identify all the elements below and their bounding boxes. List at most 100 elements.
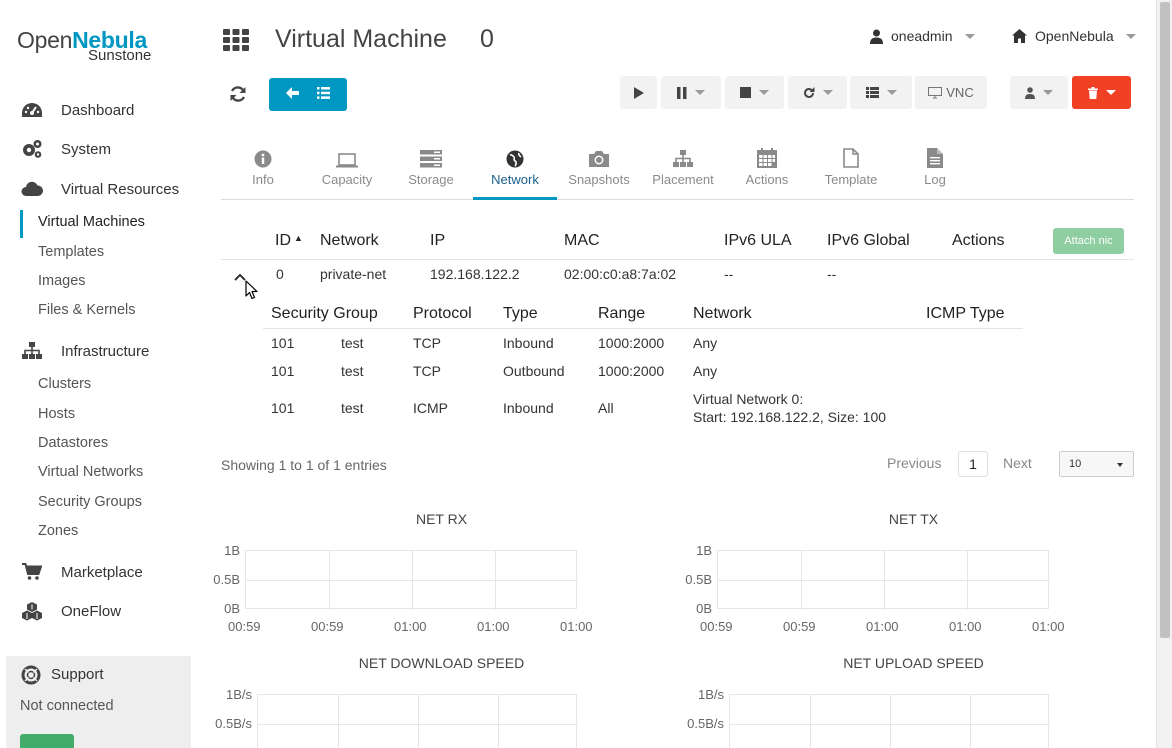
zone-menu[interactable]: OpenNebula [1012, 28, 1136, 44]
sg-row-type: Inbound [503, 335, 554, 351]
y-tick-label: 1B [224, 543, 240, 558]
tab-actions[interactable]: Actions [725, 140, 809, 200]
opennebula-logo[interactable]: OpenNebula Sunstone [17, 27, 151, 64]
sidebar-item-infrastructure[interactable]: Infrastructure [20, 341, 149, 361]
life-ring-icon [21, 665, 41, 690]
scrollbar-thumb[interactable] [1160, 2, 1170, 638]
page-title: Virtual Machine [275, 25, 447, 53]
pager-page-1[interactable]: 1 [958, 451, 988, 477]
owner-button[interactable] [1010, 76, 1068, 109]
support-title[interactable]: Support [51, 666, 104, 683]
stop-button[interactable] [725, 76, 784, 109]
tab-label: Actions [745, 172, 789, 187]
sidebar-item-virtual-machines[interactable]: Virtual Machines [38, 214, 145, 230]
list-icon[interactable] [317, 87, 330, 102]
cubes-icon [20, 601, 44, 621]
user-icon [870, 29, 883, 44]
tab-log[interactable]: Log [893, 140, 977, 200]
user-menu[interactable]: oneadmin [870, 28, 975, 44]
username: oneadmin [891, 28, 953, 44]
repeat-icon [803, 86, 814, 98]
delete-button[interactable] [1072, 76, 1131, 109]
y-tick-label: 1B/s [697, 687, 724, 702]
globe-icon [473, 140, 557, 168]
sidebar-item-clusters[interactable]: Clusters [38, 376, 91, 392]
tab-snapshots[interactable]: Snapshots [557, 140, 641, 200]
sidebar-item-marketplace[interactable]: Marketplace [20, 562, 143, 582]
attach-nic-button[interactable]: Attach nic [1053, 228, 1124, 254]
sidebar-item-oneflow[interactable]: OneFlow [20, 601, 121, 621]
camera-icon [557, 140, 641, 168]
vertical-scrollbar[interactable] [1156, 0, 1172, 748]
nic-network: private-net [320, 266, 387, 282]
sidebar-item-zones[interactable]: Zones [38, 523, 78, 539]
sidebar: OpenNebula Sunstone Dashboard System Vir… [0, 0, 200, 748]
nic-ipv6-ula: -- [724, 266, 734, 282]
tab-info[interactable]: Info [221, 140, 305, 200]
sidebar-item-virtual-networks[interactable]: Virtual Networks [38, 464, 143, 480]
chart-plot-area [717, 550, 1050, 610]
sidebar-item-security-groups[interactable]: Security Groups [38, 494, 142, 510]
page-size-select[interactable]: 10 [1059, 451, 1134, 477]
apps-grid-icon[interactable] [223, 29, 249, 56]
more-actions-button[interactable] [850, 76, 912, 109]
nic-mac: 02:00:c0:a8:7a:02 [564, 266, 677, 282]
nic-ip: 192.168.122.2 [430, 266, 520, 282]
pager-next[interactable]: Next [1003, 455, 1032, 471]
sidebar-item-system[interactable]: System [20, 139, 111, 159]
tab-network[interactable]: Network [473, 140, 557, 200]
y-tick-label: 0.5B [213, 572, 240, 587]
grid-line [258, 724, 578, 725]
sg-header-type: Type [503, 305, 538, 322]
sidebar-item-images[interactable]: Images [38, 273, 86, 289]
tab-capacity[interactable]: Capacity [305, 140, 389, 200]
x-tick-label: 00:59 [783, 619, 816, 634]
col-header-ip[interactable]: IP [430, 232, 445, 250]
sidebar-item-dashboard[interactable]: Dashboard [20, 100, 134, 120]
nic-id: 0 [276, 266, 284, 282]
sg-row-type: Inbound [503, 400, 554, 416]
grid-line [810, 695, 811, 748]
x-tick-label: 01:00 [949, 619, 982, 634]
x-tick-label: 01:00 [1032, 619, 1065, 634]
sitemap-icon [641, 140, 725, 168]
sg-row-protocol: TCP [413, 363, 441, 379]
vnc-button[interactable]: VNC [915, 76, 987, 109]
vnc-label: VNC [946, 85, 974, 100]
tab-label: Info [252, 172, 274, 187]
play-button[interactable] [620, 76, 657, 109]
sg-header-network: Network [693, 305, 752, 322]
sidebar-label: OneFlow [61, 602, 122, 620]
arrow-left-icon[interactable] [286, 87, 299, 102]
col-header-ipv6-ula[interactable]: IPv6 ULA [724, 232, 792, 250]
pause-button[interactable] [661, 76, 721, 109]
tab-label: Network [491, 172, 539, 187]
sidebar-item-virtual-resources[interactable]: Virtual Resources [20, 179, 179, 199]
chevron-down-icon [1105, 90, 1116, 95]
sg-row-range: 1000:2000 [598, 335, 665, 351]
col-header-id[interactable]: ID ▲ [275, 232, 303, 250]
col-header-ipv6-global[interactable]: IPv6 Global [827, 232, 910, 250]
pager-previous[interactable]: Previous [887, 455, 941, 471]
col-header-network[interactable]: Network [320, 232, 379, 250]
support-panel: Support Not connected [6, 656, 191, 748]
table-info: Showing 1 to 1 of 1 entries [221, 457, 387, 473]
sidebar-item-files-kernels[interactable]: Files & Kernels [38, 302, 136, 318]
reboot-button[interactable] [788, 76, 847, 109]
desktop-icon [928, 86, 943, 98]
sidebar-label: Virtual Resources [61, 180, 180, 198]
sidebar-item-datastores[interactable]: Datastores [38, 435, 108, 451]
col-header-mac[interactable]: MAC [564, 232, 600, 250]
tab-template[interactable]: Template [809, 140, 893, 200]
tab-storage[interactable]: Storage [389, 140, 473, 200]
tab-placement[interactable]: Placement [641, 140, 725, 200]
sg-row-name: test [341, 335, 364, 351]
support-signin-button[interactable] [20, 734, 74, 748]
sidebar-item-hosts[interactable]: Hosts [38, 406, 75, 422]
sidebar-item-templates[interactable]: Templates [38, 244, 104, 260]
chevron-down-icon [1117, 463, 1123, 467]
y-tick-label: 0B [696, 601, 712, 616]
mouse-cursor-icon [245, 280, 258, 305]
tab-label: Template [824, 172, 878, 187]
refresh-icon[interactable] [229, 85, 247, 108]
